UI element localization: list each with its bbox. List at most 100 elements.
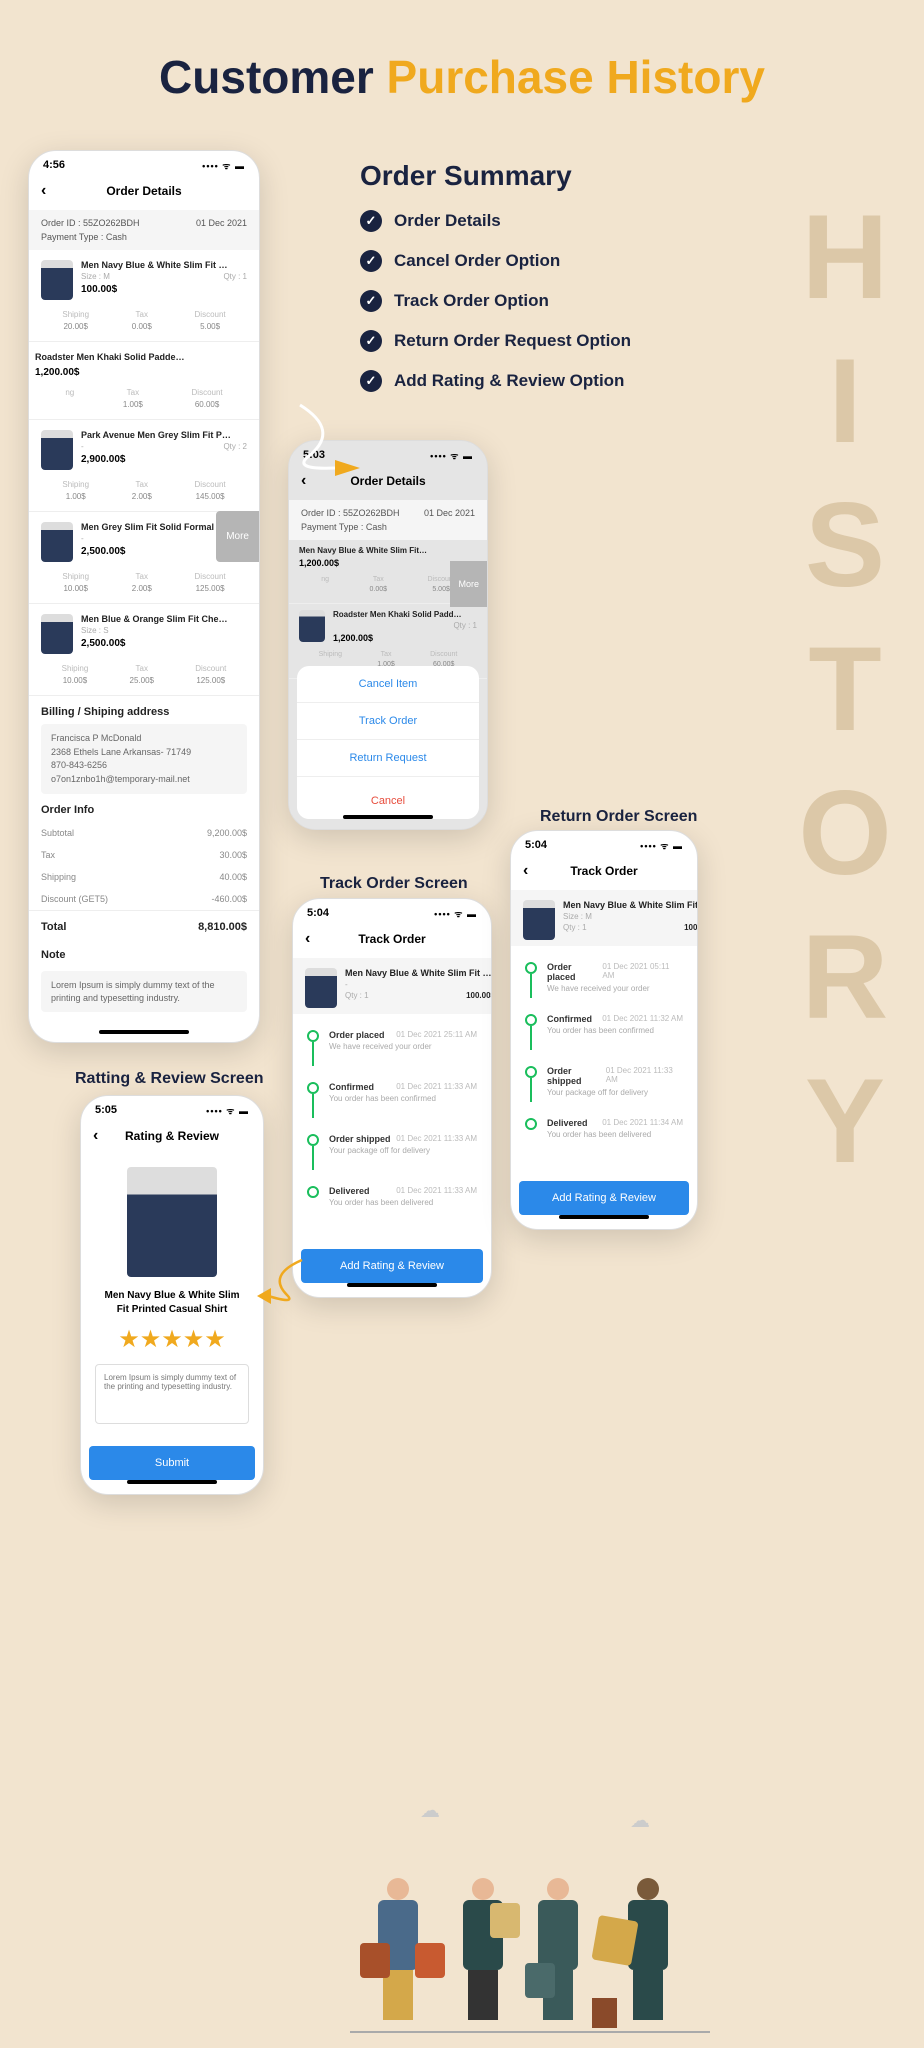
orderinfo-label: Order Info	[29, 794, 259, 822]
track-step: Order shipped01 Dec 2021 11:33 AM Your p…	[293, 1126, 491, 1178]
total-row: Total8,810.00$	[29, 910, 259, 939]
submit-button[interactable]: Submit	[89, 1446, 255, 1480]
arrow-swirl	[260, 400, 380, 490]
status-bar: 5:04	[511, 831, 697, 856]
check-icon: ✓	[360, 250, 382, 272]
home-indicator	[99, 1030, 189, 1034]
product-image	[127, 1167, 217, 1277]
return-request-button[interactable]: Return Request	[297, 740, 479, 777]
summary-item: ✓Return Order Request Option	[360, 330, 631, 352]
track-order-button[interactable]: Track Order	[297, 703, 479, 740]
track-order-phone: 5:04 ‹Track Order Men Navy Blue & White …	[292, 898, 492, 1298]
check-icon: ✓	[360, 290, 382, 312]
cost-row: Shiping1.00$ Tax2.00$ Discount145.00$	[29, 476, 259, 512]
track-step: Confirmed01 Dec 2021 11:32 AM You order …	[511, 1006, 697, 1058]
track-screen-label: Track Order Screen	[320, 875, 468, 893]
product-row: Men Navy Blue & White Slim Fit Printe.. …	[511, 890, 697, 946]
summary-title: Order Summary	[360, 160, 631, 192]
info-row: Shipping40.00$	[29, 866, 259, 888]
more-button[interactable]: More	[216, 511, 259, 562]
status-bar: 4:56	[29, 151, 259, 176]
page-title: Customer Purchase History	[0, 0, 924, 134]
star-icon: ★	[140, 1326, 162, 1353]
status-icons-icon	[430, 449, 473, 462]
step-dot-icon	[525, 1014, 537, 1026]
product-row: Men Navy Blue & White Slim Fit Printe.. …	[293, 958, 491, 1014]
star-icon: ★	[118, 1326, 140, 1353]
info-row: Discount (GET5)-460.00$	[29, 888, 259, 910]
bg-text: HISTORY	[776, 190, 914, 1198]
cancel-item-button[interactable]: Cancel Item	[297, 666, 479, 703]
check-icon: ✓	[360, 330, 382, 352]
track-step: Confirmed01 Dec 2021 11:33 AM You order …	[293, 1074, 491, 1126]
check-icon: ✓	[360, 210, 382, 232]
add-rating-button[interactable]: Add Rating & Review	[301, 1249, 483, 1283]
star-icon: ★	[183, 1326, 205, 1353]
order-item[interactable]: Men Navy Blue & White Slim Fit Printe.. …	[29, 250, 259, 306]
action-sheet-phone: 5:03 ‹Order Details Order ID : 55ZO262BD…	[288, 440, 488, 830]
note-label: Note	[29, 939, 259, 967]
cost-row: Shiping10.00$ Tax25.00$ Discount125.00$	[29, 660, 259, 696]
home-indicator	[559, 1215, 649, 1219]
order-item[interactable]: Men Blue & Orange Slim Fit Checked.. Siz…	[29, 604, 259, 660]
track-step: Order placed01 Dec 2021 25:11 AM We have…	[293, 1022, 491, 1074]
order-meta: Order ID : 55ZO262BDH01 Dec 2021 Payment…	[289, 500, 487, 540]
step-dot-icon	[307, 1134, 319, 1146]
arrow-swirl	[257, 1255, 307, 1315]
product-image	[41, 522, 73, 562]
return-screen-label: Return Order Screen	[540, 808, 697, 826]
star-icon: ★	[204, 1326, 226, 1353]
product-image	[523, 900, 555, 940]
app-header: ‹Order Details	[29, 176, 259, 210]
order-item[interactable]: Roadster Men Khaki Solid Padded Ja.. 1,2…	[29, 342, 259, 384]
step-dot-icon	[525, 1118, 537, 1130]
app-header: ‹Track Order	[293, 924, 491, 958]
product-image	[41, 614, 73, 654]
home-indicator	[347, 1283, 437, 1287]
summary-item: ✓Order Details	[360, 210, 631, 232]
product-name: Men Navy Blue & White Slim Fit Printed C…	[81, 1289, 263, 1317]
track-step: Order shipped01 Dec 2021 11:33 AM Your p…	[511, 1058, 697, 1110]
more-button[interactable]: More	[450, 561, 487, 607]
step-dot-icon	[525, 962, 537, 974]
status-bar: 5:04	[293, 899, 491, 924]
info-row: Subtotal9,200.00$	[29, 822, 259, 844]
review-input[interactable]: Lorem Ipsum is simply dummy text of the …	[95, 1364, 249, 1424]
cost-row: ng Tax1.00$ Discount60.00$	[29, 384, 259, 420]
order-summary: Order Summary ✓Order Details ✓Cancel Ord…	[360, 160, 631, 410]
status-icons-icon	[640, 839, 683, 852]
step-dot-icon	[525, 1066, 537, 1078]
order-item[interactable]: Park Avenue Men Grey Slim Fit Printe.. -…	[29, 420, 259, 476]
status-icons-icon	[434, 907, 477, 920]
track-step: Delivered01 Dec 2021 11:33 AM You order …	[293, 1178, 491, 1215]
cost-row: Shiping10.00$ Tax2.00$ Discount125.00$	[29, 568, 259, 604]
add-rating-button[interactable]: Add Rating & Review	[519, 1181, 689, 1215]
check-icon: ✓	[360, 370, 382, 392]
star-rating[interactable]: ★★★★★	[81, 1325, 263, 1354]
star-icon: ★	[161, 1326, 183, 1353]
product-image	[41, 430, 73, 470]
note-box: Lorem Ipsum is simply dummy text of the …	[41, 971, 247, 1012]
billing-label: Billing / Shiping address	[29, 696, 259, 724]
return-order-phone: 5:04 ‹Track Order Men Navy Blue & White …	[510, 830, 698, 1230]
action-sheet: Cancel Item Track Order Return Request C…	[297, 666, 479, 819]
rating-review-phone: 5:05 ‹Rating & Review Men Navy Blue & Wh…	[80, 1095, 264, 1495]
summary-item: ✓Cancel Order Option	[360, 250, 631, 272]
address-box: Francisca P McDonald 2368 Ethels Lane Ar…	[41, 724, 247, 794]
order-meta: Order ID : 55ZO262BDH01 Dec 2021 Payment…	[29, 210, 259, 250]
info-row: Tax30.00$	[29, 844, 259, 866]
home-indicator	[343, 815, 433, 819]
product-image	[305, 968, 337, 1008]
order-item[interactable]: Roadster Men Khaki Solid Padded Ja.. Qty…	[289, 604, 487, 647]
track-step: Delivered01 Dec 2021 11:34 AM You order …	[511, 1110, 697, 1147]
step-dot-icon	[307, 1186, 319, 1198]
rating-screen-label: Ratting & Review Screen	[75, 1070, 264, 1088]
status-icons-icon	[202, 159, 245, 172]
step-dot-icon	[307, 1030, 319, 1042]
summary-item: ✓Track Order Option	[360, 290, 631, 312]
cost-row: Shiping20.00$ Tax0.00$ Discount5.00$	[29, 306, 259, 342]
shopping-illustration: ☁ ☁	[360, 1798, 700, 2028]
summary-item: ✓Add Rating & Review Option	[360, 370, 631, 392]
cancel-button[interactable]: Cancel	[297, 783, 479, 819]
status-icons-icon	[206, 1104, 249, 1117]
